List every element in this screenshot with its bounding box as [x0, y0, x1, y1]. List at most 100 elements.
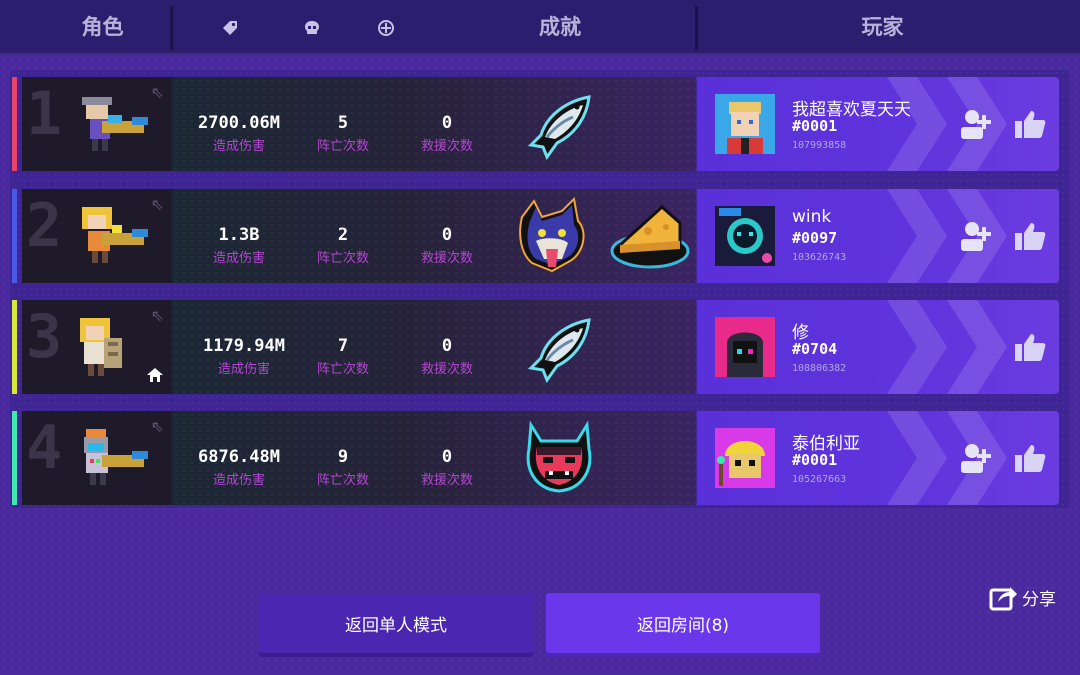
rank-number: 4 [26, 413, 63, 483]
character-sprite [80, 318, 122, 376]
like-icon[interactable] [1013, 107, 1047, 141]
rescues-stat: 0 救援次数 [392, 336, 502, 377]
chevron-decor [887, 189, 947, 283]
deaths-label: 阵亡次数 [316, 362, 369, 377]
like-icon[interactable] [1013, 441, 1047, 475]
character-sprite [82, 97, 148, 151]
share-button[interactable]: 分享 [988, 582, 1056, 612]
wolf-badge-icon[interactable] [512, 197, 596, 275]
character-sprite [82, 207, 148, 263]
chevron-decor [887, 300, 947, 394]
deaths-value: 7 [337, 336, 349, 356]
rescues-stat: 0 救援次数 [392, 447, 502, 488]
damage-value: 2700.06M [198, 113, 280, 133]
expand-arrow-icon: ⇖ [150, 195, 164, 214]
stats-cell: 1.3B 造成伤害 2 阵亡次数 0 救援次数 [172, 189, 696, 283]
deaths-label: 阵亡次数 [316, 473, 369, 488]
devil-badge-icon[interactable] [517, 419, 601, 497]
deaths-value: 5 [337, 113, 349, 133]
header-character: 角色 [81, 15, 124, 39]
player-id: 107993858 [792, 140, 847, 151]
rank-accent [12, 300, 17, 394]
rescues-value: 0 [441, 447, 453, 467]
expand-arrow-icon: ⇖ [150, 306, 164, 325]
expand-arrow-icon: ⇖ [150, 417, 164, 436]
damage-stat: 1.3B 造成伤害 [184, 225, 294, 266]
player-id: 103626743 [792, 252, 847, 263]
rescues-label: 救援次数 [420, 139, 473, 154]
home-host-icon [146, 367, 164, 388]
like-icon[interactable] [1013, 219, 1047, 253]
result-row-1: 1 ⇖ 2700.06M 造成伤害 5 阵亡次数 0 救援次数 我超喜欢夏天天 … [12, 77, 1062, 171]
player-avatar[interactable] [715, 206, 775, 266]
deaths-stat: 2 阵亡次数 [288, 225, 398, 266]
player-cell: 泰伯利亚 #0001 105267663 [697, 411, 1059, 505]
damage-value: 6876.48M [198, 447, 280, 467]
rank-accent [12, 411, 17, 505]
player-id: 108806382 [792, 363, 847, 374]
deaths-value: 2 [337, 225, 349, 245]
chevron-decor [947, 300, 1007, 394]
crosshair-icon [376, 18, 396, 38]
player-cell: 我超喜欢夏天天 #0001 107993858 [697, 77, 1059, 171]
player-tag: #0704 [792, 340, 838, 358]
player-avatar[interactable] [715, 317, 775, 377]
skull-icon [302, 18, 322, 38]
damage-stat: 2700.06M 造成伤害 [184, 113, 294, 154]
return-room-button[interactable]: 返回房间(8) [546, 593, 820, 653]
rescues-value: 0 [441, 225, 453, 245]
header-achievement: 成就 [539, 15, 581, 39]
deaths-value: 9 [337, 447, 349, 467]
stats-cell: 6876.48M 造成伤害 9 阵亡次数 0 救援次数 [172, 411, 696, 505]
player-cell: 修 #0704 108806382 [697, 300, 1059, 394]
damage-stat: 6876.48M 造成伤害 [184, 447, 294, 488]
player-tag: #0097 [792, 229, 838, 247]
character-cell: 2 ⇖ [22, 189, 172, 283]
rescues-label: 救援次数 [420, 362, 473, 377]
rescues-value: 0 [441, 113, 453, 133]
deaths-label: 阵亡次数 [316, 139, 369, 154]
fish-badge-icon[interactable] [517, 85, 601, 163]
add-friend-icon[interactable] [959, 441, 993, 475]
return-single-mode-button[interactable]: 返回单人模式 [259, 593, 533, 653]
deaths-stat: 7 阵亡次数 [288, 336, 398, 377]
add-friend-icon[interactable] [959, 107, 993, 141]
like-icon[interactable] [1013, 330, 1047, 364]
stats-cell: 1179.94M 造成伤害 7 阵亡次数 0 救援次数 [172, 300, 696, 394]
rescues-value: 0 [441, 336, 453, 356]
rank-accent [12, 189, 17, 283]
rank-number: 1 [26, 79, 63, 149]
deaths-stat: 5 阵亡次数 [288, 113, 398, 154]
header-divider [695, 6, 698, 50]
expand-arrow-icon: ⇖ [150, 83, 164, 102]
rescues-stat: 0 救援次数 [392, 225, 502, 266]
tag-icon [220, 18, 240, 38]
player-avatar[interactable] [715, 94, 775, 154]
fish-badge-icon[interactable] [517, 308, 601, 386]
results-header: 角色 成就 玩家 [0, 0, 1080, 55]
chevron-decor [887, 77, 947, 171]
player-name: wink [792, 207, 832, 227]
damage-label: 造成伤害 [212, 139, 265, 154]
player-cell: wink #0097 103626743 [697, 189, 1059, 283]
player-tag: #0001 [792, 117, 838, 135]
rescues-label: 救援次数 [420, 251, 473, 266]
character-cell: 1 ⇖ [22, 77, 172, 171]
player-avatar[interactable] [715, 428, 775, 488]
rank-number: 3 [26, 302, 63, 372]
player-id: 105267663 [792, 474, 847, 485]
header-player: 玩家 [861, 15, 904, 39]
cheese-badge-icon[interactable] [608, 197, 692, 275]
damage-value: 1.3B [218, 225, 260, 245]
add-friend-icon[interactable] [959, 219, 993, 253]
character-cell: 3 ⇖ [22, 300, 172, 394]
result-row-4: 4 ⇖ 6876.48M 造成伤害 9 阵亡次数 0 救援次数 泰伯利亚 #00… [12, 411, 1062, 505]
deaths-label: 阵亡次数 [316, 251, 369, 266]
damage-label: 造成伤害 [212, 251, 265, 266]
rank-number: 2 [26, 191, 63, 261]
character-cell: 4 ⇖ [22, 411, 172, 505]
player-tag: #0001 [792, 451, 838, 469]
damage-stat: 1179.94M 造成伤害 [189, 336, 299, 377]
damage-label: 造成伤害 [217, 362, 270, 377]
result-row-3: 3 ⇖ 1179.94M 造成伤害 7 阵亡次数 0 救援次数 修 #0704 … [12, 300, 1062, 394]
